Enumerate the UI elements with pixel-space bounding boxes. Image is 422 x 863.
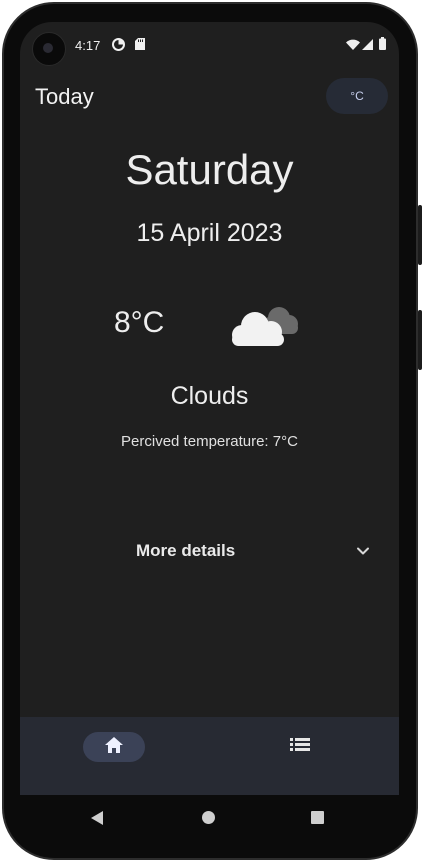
day-label: Saturday — [125, 146, 294, 193]
back-icon[interactable] — [90, 810, 104, 831]
nav-list-button[interactable] — [290, 736, 314, 758]
app-screen: 4:17 Today °C Saturday 15 April 2023 8°C — [20, 22, 399, 795]
sd-card-icon — [135, 38, 145, 53]
status-bar: 4:17 — [20, 22, 399, 68]
bottom-navigation — [20, 717, 399, 795]
cloud-icon — [225, 300, 305, 352]
list-icon — [290, 738, 310, 756]
system-navigation-bar — [20, 795, 399, 841]
data-saver-icon — [112, 38, 125, 54]
status-time: 4:17 — [75, 38, 101, 53]
temperature-value: 8°C — [114, 306, 165, 339]
page-title: Today — [35, 84, 94, 109]
power-button — [418, 310, 422, 370]
condition-label: Clouds — [170, 382, 249, 410]
cellular-signal-icon — [362, 39, 373, 53]
battery-icon — [379, 37, 386, 53]
phone-device: 4:17 Today °C Saturday 15 April 2023 8°C — [0, 0, 422, 863]
more-details-toggle[interactable]: More details — [136, 541, 235, 561]
home-icon — [104, 736, 124, 759]
chevron-down-icon[interactable] — [354, 542, 372, 560]
volume-button — [418, 205, 422, 265]
front-camera — [32, 32, 66, 66]
recents-icon[interactable] — [311, 811, 324, 824]
perceived-temperature: Percived temperature: 7°C — [121, 433, 298, 450]
nav-home-button[interactable] — [83, 732, 145, 762]
unit-toggle-button[interactable]: °C — [326, 78, 388, 114]
wifi-icon — [346, 39, 360, 53]
date-label: 15 April 2023 — [136, 219, 283, 247]
home-circle-icon[interactable] — [202, 811, 215, 824]
